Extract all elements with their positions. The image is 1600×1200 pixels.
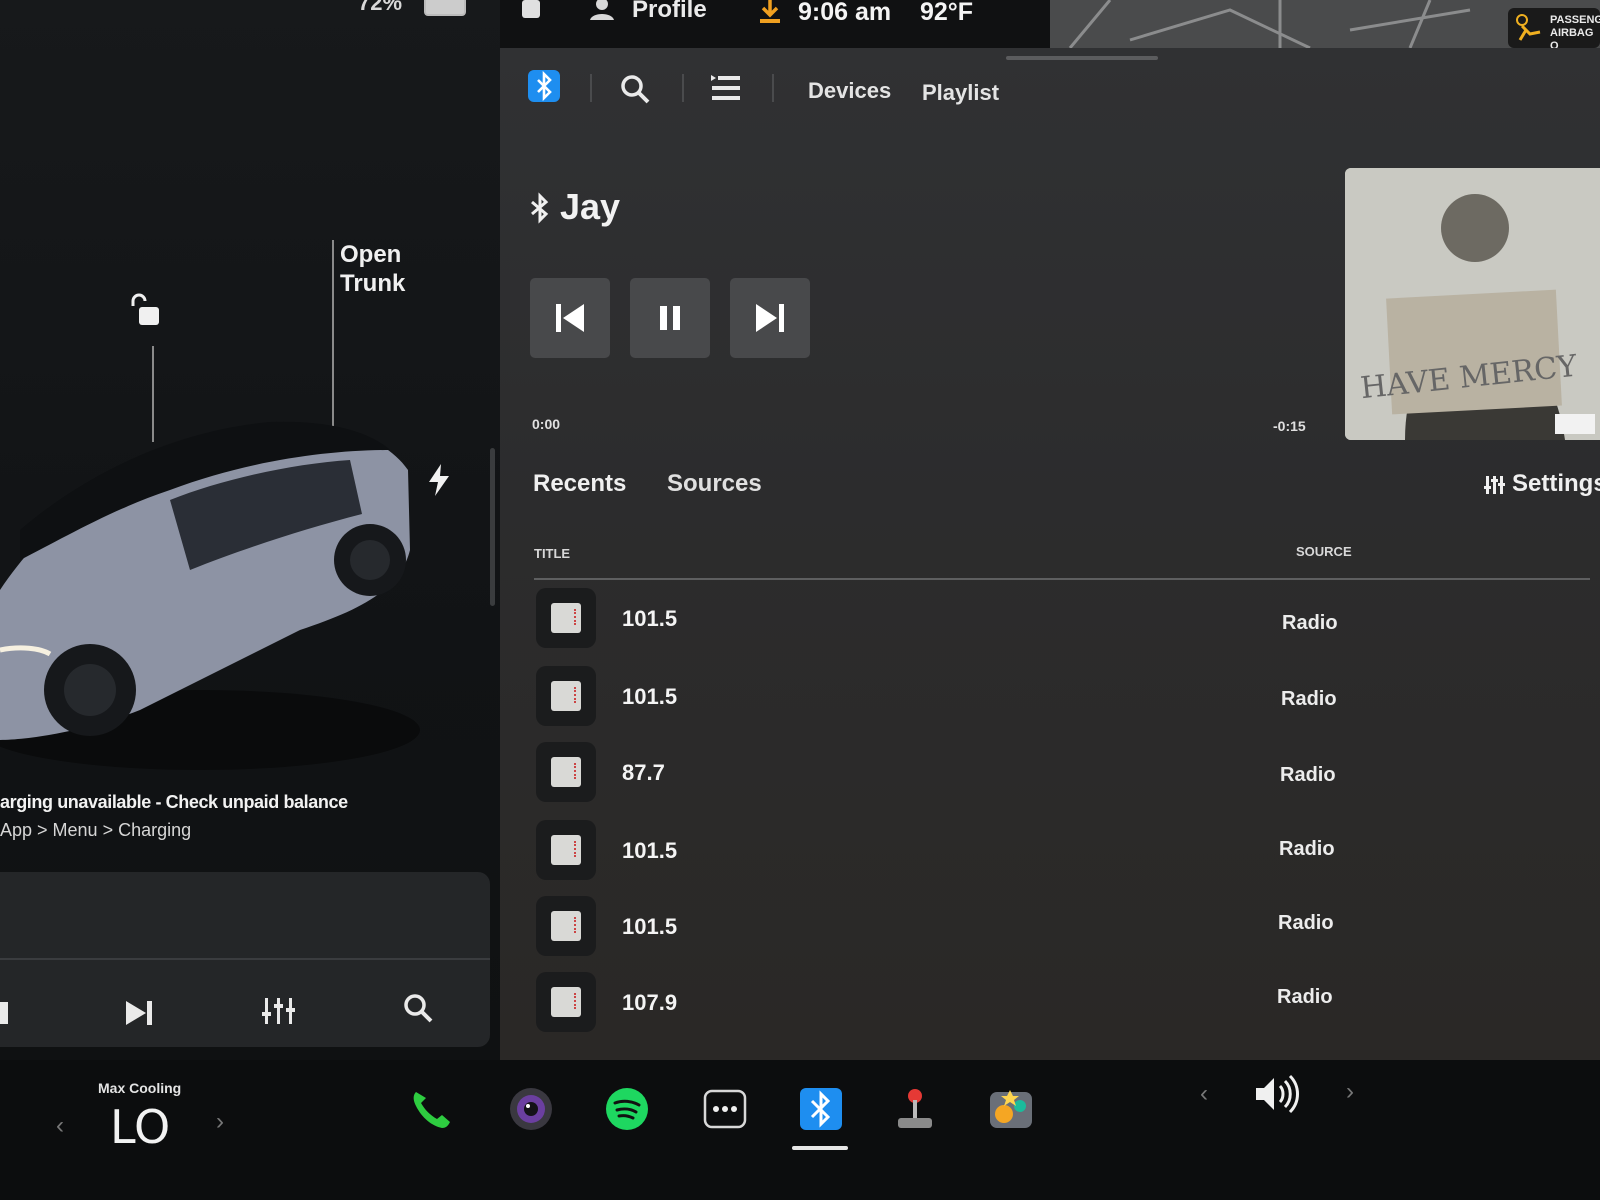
pause-icon — [660, 306, 680, 330]
mini-pause-icon[interactable] — [0, 1002, 8, 1024]
open-trunk-button[interactable]: Open Trunk — [340, 240, 405, 298]
tab-recents[interactable]: Recents — [533, 470, 626, 498]
radio-station-icon — [536, 742, 596, 802]
outside-temperature: 92°F — [920, 0, 974, 26]
more-apps-icon[interactable] — [702, 1086, 748, 1132]
row-source: Radio — [1281, 688, 1337, 710]
toybox-icon[interactable] — [988, 1086, 1034, 1132]
open-trunk-line2: Trunk — [340, 270, 406, 297]
bluetooth-icon[interactable] — [798, 1086, 844, 1132]
skip-back-icon — [556, 304, 584, 332]
skip-forward-icon — [756, 304, 784, 332]
radio-icon-glyph — [551, 835, 581, 865]
row-source: Radio — [1279, 838, 1335, 860]
spotify-icon[interactable] — [604, 1086, 650, 1132]
unlock-icon[interactable] — [128, 292, 164, 328]
airbag-icon — [1514, 14, 1544, 47]
table-row[interactable]: 101.5 Radio — [530, 586, 1590, 650]
profile-label[interactable]: Profile — [632, 0, 707, 24]
row-title: 101.5 — [622, 606, 678, 631]
row-title: 101.5 — [622, 684, 678, 709]
mini-player-divider — [0, 958, 490, 960]
tab-playlist[interactable]: Playlist — [922, 80, 999, 106]
equalizer-icon[interactable] — [262, 996, 296, 1031]
table-row[interactable]: 87.7 Radio — [530, 740, 1590, 804]
volume-up-chevron-icon[interactable]: › — [1346, 1078, 1354, 1106]
radio-icon-glyph — [551, 911, 581, 941]
row-title: 101.5 — [622, 914, 678, 939]
radio-station-icon — [536, 972, 596, 1032]
radio-station-icon — [536, 896, 596, 956]
charging-warning-text: arging unavailable - Check unpaid balanc… — [0, 792, 348, 812]
panel-resize-handle[interactable] — [490, 448, 495, 606]
column-header-title: TITLE — [534, 546, 571, 561]
settings-sliders-icon — [1484, 474, 1506, 501]
table-row[interactable]: 107.9 Radio — [530, 970, 1590, 1034]
camera-icon[interactable] — [508, 1086, 554, 1132]
row-source: Radio — [1278, 912, 1334, 934]
tab-separator — [590, 74, 592, 102]
row-title: 107.9 — [622, 990, 678, 1015]
clock: 9:06 am — [798, 0, 892, 26]
climate-increase-chevron-icon[interactable]: › — [216, 1108, 224, 1136]
row-source: Radio — [1280, 764, 1336, 786]
radio-icon-glyph — [551, 603, 581, 633]
phone-icon[interactable] — [408, 1086, 454, 1132]
next-track-button[interactable] — [730, 278, 810, 358]
volume-down-chevron-icon[interactable]: ‹ — [1200, 1080, 1208, 1108]
remaining-time: -0:15 — [1273, 418, 1306, 434]
radio-station-icon — [536, 588, 596, 648]
volume-icon[interactable] — [1254, 1074, 1302, 1119]
climate-decrease-chevron-icon[interactable]: ‹ — [56, 1112, 64, 1140]
radio-station-icon — [536, 820, 596, 880]
panel-drag-handle[interactable] — [1006, 56, 1158, 60]
radio-icon-glyph — [551, 757, 581, 787]
radio-station-icon — [536, 666, 596, 726]
table-row[interactable]: 101.5 Radio — [530, 894, 1590, 958]
now-playing-title: Jay — [560, 186, 621, 227]
car-image — [0, 410, 420, 770]
bluetooth-source-tab[interactable] — [528, 70, 560, 102]
climate-mode-label: Max Cooling — [98, 1080, 182, 1096]
mini-search-icon[interactable] — [402, 992, 434, 1029]
active-app-indicator — [792, 1146, 848, 1150]
previous-track-button[interactable] — [530, 278, 610, 358]
table-row[interactable]: 101.5 Radio — [530, 818, 1590, 882]
queue-list-icon[interactable] — [710, 74, 742, 109]
table-row[interactable]: 101.5 Radio — [530, 664, 1590, 728]
radio-icon-glyph — [551, 681, 581, 711]
climate-temperature-setting[interactable]: LO — [110, 1100, 170, 1154]
airbag-line1: PASSENG — [1550, 14, 1600, 26]
charging-path-text: App > Menu > Charging — [0, 820, 192, 840]
tab-separator — [772, 74, 774, 102]
row-title: 101.5 — [622, 838, 678, 863]
row-source: Radio — [1282, 612, 1338, 634]
profile-icon[interactable] — [590, 0, 614, 25]
charge-port-icon[interactable] — [426, 464, 452, 496]
battery-icon — [424, 0, 466, 16]
radio-icon-glyph — [551, 987, 581, 1017]
trunk-callout-line — [332, 240, 334, 426]
download-icon[interactable] — [758, 0, 782, 29]
search-icon[interactable] — [618, 72, 652, 111]
tab-devices[interactable]: Devices — [808, 78, 891, 104]
pause-button[interactable] — [630, 278, 710, 358]
tab-separator — [682, 74, 684, 102]
column-header-source: SOURCE — [1296, 544, 1352, 559]
row-source: Radio — [1277, 986, 1333, 1008]
table-header-divider — [534, 578, 1590, 580]
bluetooth-icon — [528, 192, 552, 229]
joystick-icon[interactable] — [892, 1086, 938, 1132]
row-title: 87.7 — [622, 760, 665, 785]
tab-sources[interactable]: Sources — [667, 470, 762, 498]
battery-percent: 72% — [358, 0, 403, 15]
settings-button[interactable]: Settings — [1512, 470, 1600, 498]
mini-next-icon[interactable] — [124, 1000, 154, 1031]
open-trunk-line1: Open — [340, 241, 402, 268]
lock-status-icon — [522, 0, 540, 18]
elapsed-time: 0:00 — [532, 416, 561, 432]
